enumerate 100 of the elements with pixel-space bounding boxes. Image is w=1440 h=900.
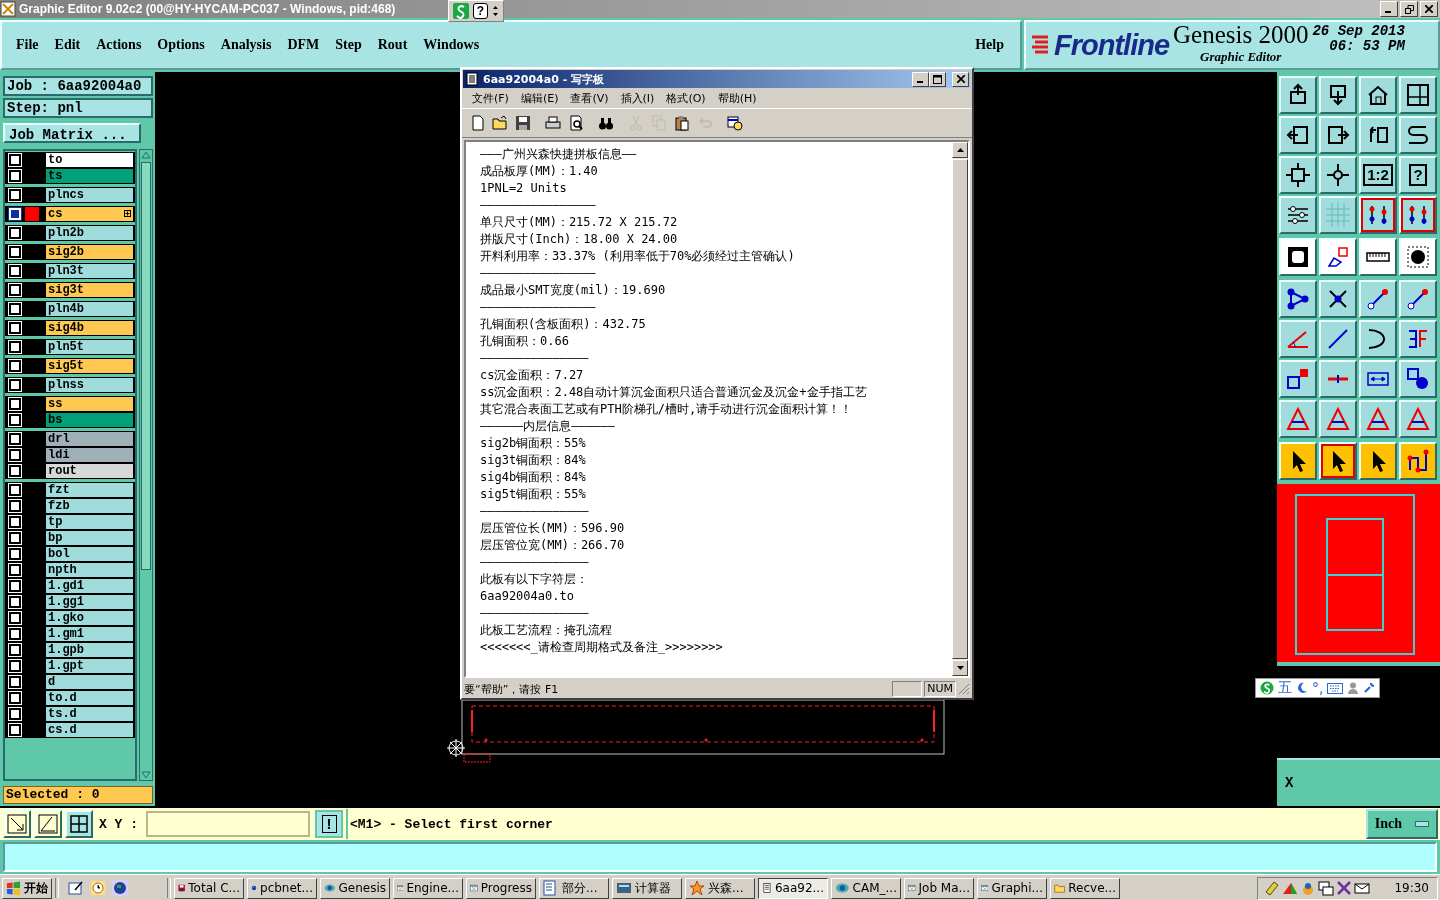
help-key[interactable]: ?	[473, 3, 488, 19]
layer-checkbox[interactable]	[9, 449, 21, 461]
tool-button[interactable]	[1359, 238, 1397, 276]
layer-name[interactable]: cs.d	[45, 722, 134, 738]
tool-button[interactable]	[1319, 320, 1357, 358]
layer-checkbox[interactable]	[9, 154, 21, 166]
scrollbar[interactable]	[952, 142, 968, 676]
menu-item[interactable]: Windows	[423, 37, 488, 53]
layer-name[interactable]: ldi	[45, 447, 134, 463]
zoom-box-button[interactable]	[3, 810, 31, 838]
layer-checkbox[interactable]	[9, 322, 21, 334]
layer-checkbox[interactable]	[9, 724, 21, 736]
menu-item[interactable]: 查看(V)	[564, 91, 615, 106]
tool-button[interactable]	[1359, 116, 1397, 154]
minimize-button[interactable]	[1380, 1, 1398, 17]
layer-name[interactable]: drl	[45, 431, 134, 447]
layer-name[interactable]: npth	[45, 562, 134, 578]
tool-button[interactable]	[1359, 442, 1397, 480]
close-button[interactable]	[1420, 1, 1438, 17]
menu-item[interactable]: Edit	[54, 37, 89, 53]
taskbar-button[interactable]: 6aa92...	[758, 877, 828, 899]
layer-name[interactable]: plncs	[45, 187, 134, 203]
menu-item[interactable]: File	[16, 37, 47, 53]
layer-name[interactable]: fzt	[45, 482, 134, 498]
coordinate-field[interactable]	[146, 811, 310, 837]
tool-button[interactable]	[1319, 116, 1357, 154]
layer-checkbox[interactable]	[9, 284, 21, 296]
layer-checkbox[interactable]	[9, 500, 21, 512]
tool-button[interactable]	[1319, 280, 1357, 318]
job-matrix-button[interactable]: Job Matrix ...	[3, 123, 141, 143]
tool-button[interactable]	[1279, 156, 1317, 194]
units-button[interactable]: Inch	[1366, 809, 1438, 839]
layer-name[interactable]: ss	[45, 396, 134, 412]
tool-button[interactable]: 1:2	[1359, 156, 1397, 194]
tool-button[interactable]	[1279, 400, 1317, 438]
tool-button[interactable]	[1319, 156, 1357, 194]
close-button[interactable]	[952, 71, 969, 87]
tool-button[interactable]	[1399, 76, 1437, 114]
taskbar-button[interactable]: Genesis	[320, 877, 390, 899]
layer-checkbox[interactable]	[9, 414, 21, 426]
layer-name[interactable]: pln5t	[45, 339, 134, 355]
taskbar-button[interactable]: 兴森...	[685, 877, 755, 899]
angle-button[interactable]	[34, 810, 62, 838]
layer-name[interactable]: bs	[45, 412, 134, 428]
layer-name[interactable]: bol	[45, 546, 134, 562]
layer-name[interactable]: fzb	[45, 498, 134, 514]
layer-name[interactable]: pln4b	[45, 301, 134, 317]
layer-checkbox[interactable]	[9, 433, 21, 445]
layer-name[interactable]: d	[45, 674, 134, 690]
layer-name[interactable]: sig5t	[45, 358, 134, 374]
layer-checkbox[interactable]	[9, 379, 21, 391]
input-mode[interactable]: 五	[1278, 679, 1292, 697]
minimize-button[interactable]	[912, 71, 929, 87]
layer-checkbox[interactable]	[9, 628, 21, 640]
layer-checkbox[interactable]	[9, 303, 21, 315]
layer-checkbox[interactable]	[9, 548, 21, 560]
tool-button[interactable]	[1279, 196, 1317, 234]
menu-item[interactable]: Actions	[96, 37, 150, 53]
tool-button[interactable]	[1359, 320, 1397, 358]
taskbar-button[interactable]: CAM_...	[831, 877, 901, 899]
taskbar-button[interactable]: pcbnet...	[247, 877, 317, 899]
grid-button[interactable]	[65, 810, 93, 838]
tool-button[interactable]	[1279, 116, 1317, 154]
tool-button[interactable]	[1399, 400, 1437, 438]
layer-checkbox[interactable]	[9, 644, 21, 656]
tool-button[interactable]	[1279, 442, 1317, 480]
layer-checkbox[interactable]	[9, 265, 21, 277]
layer-checkbox[interactable]	[9, 189, 21, 201]
layer-name[interactable]: 1.gm1	[45, 626, 134, 642]
tool-button[interactable]	[1399, 238, 1437, 276]
layer-checkbox[interactable]	[9, 360, 21, 372]
layer-name[interactable]: 1.gd1	[45, 578, 134, 594]
layer-checkbox[interactable]	[9, 341, 21, 353]
layer-checkbox[interactable]	[9, 660, 21, 672]
layer-name[interactable]: to.d	[45, 690, 134, 706]
layer-name[interactable]: sig4b	[45, 320, 134, 336]
tool-button[interactable]	[1279, 360, 1317, 398]
tool-button[interactable]	[1359, 76, 1397, 114]
quick-launch-button[interactable]	[68, 880, 84, 896]
taskbar-button[interactable]: Total C...	[174, 877, 244, 899]
layer-name[interactable]: pln3t	[45, 263, 134, 279]
tool-button[interactable]	[1279, 238, 1317, 276]
menu-item[interactable]: Rout	[377, 37, 416, 53]
tool-button[interactable]	[1279, 320, 1317, 358]
layer-name[interactable]: ts.d	[45, 706, 134, 722]
layer-checkbox[interactable]	[9, 676, 21, 688]
layer-checkbox[interactable]	[9, 708, 21, 720]
tool-button[interactable]	[1399, 360, 1437, 398]
scrollbar[interactable]	[139, 149, 153, 781]
layer-checkbox[interactable]	[9, 580, 21, 592]
taskbar-button[interactable]: Recve...	[1050, 877, 1120, 899]
taskbar-button[interactable]: Job Ma...	[904, 877, 974, 899]
taskbar-button[interactable]: Progress	[466, 877, 536, 899]
tool-button[interactable]	[1279, 76, 1317, 114]
layer-checkbox[interactable]	[9, 692, 21, 704]
menu-item[interactable]: 格式(O)	[660, 91, 712, 106]
layer-name[interactable]: ts	[45, 168, 134, 184]
start-button[interactable]: 开始	[2, 877, 52, 899]
layer-checkbox[interactable]	[9, 398, 21, 410]
layer-name[interactable]: 1.gpt	[45, 658, 134, 674]
